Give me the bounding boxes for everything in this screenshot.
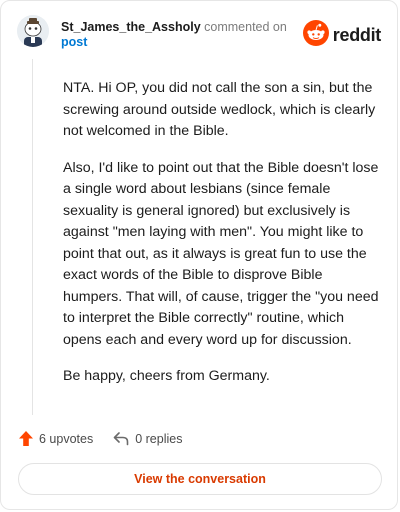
- reply-count: 0 replies: [135, 431, 183, 446]
- comment-footer: 6 upvotes 0 replies: [19, 431, 379, 446]
- author-name[interactable]: St_James_the_Assholy: [61, 20, 201, 34]
- comment-paragraph-1: NTA. Hi OP, you did not call the son a s…: [63, 80, 376, 139]
- comment-paragraph-2: Also, I'd like to point out that the Bib…: [63, 159, 379, 348]
- reply-arrow-icon: [113, 431, 135, 446]
- reddit-snoo-icon: [302, 20, 329, 51]
- post-link[interactable]: post: [61, 35, 87, 49]
- upvote-arrow-icon: [19, 431, 39, 446]
- reply-button[interactable]: 0 replies: [113, 432, 182, 446]
- comment-card: St_James_the_Assholy commented on post r…: [0, 0, 398, 510]
- upvote-button[interactable]: 6 upvotes: [19, 431, 93, 446]
- thread-line: [32, 59, 33, 415]
- view-conversation-button[interactable]: View the conversation: [18, 463, 382, 495]
- user-avatar-icon[interactable]: [17, 15, 49, 47]
- brand-name: reddit: [332, 25, 382, 45]
- upvote-count: 6 upvotes: [39, 431, 94, 446]
- comment-body: NTA. Hi OP, you did not call the son a s…: [63, 78, 381, 403]
- reddit-logo[interactable]: reddit: [302, 20, 382, 51]
- comment-header: St_James_the_Assholy commented on: [61, 19, 311, 36]
- comment-paragraph-3: Be happy, cheers from Germany.: [63, 368, 270, 384]
- action-text: commented on: [204, 20, 287, 34]
